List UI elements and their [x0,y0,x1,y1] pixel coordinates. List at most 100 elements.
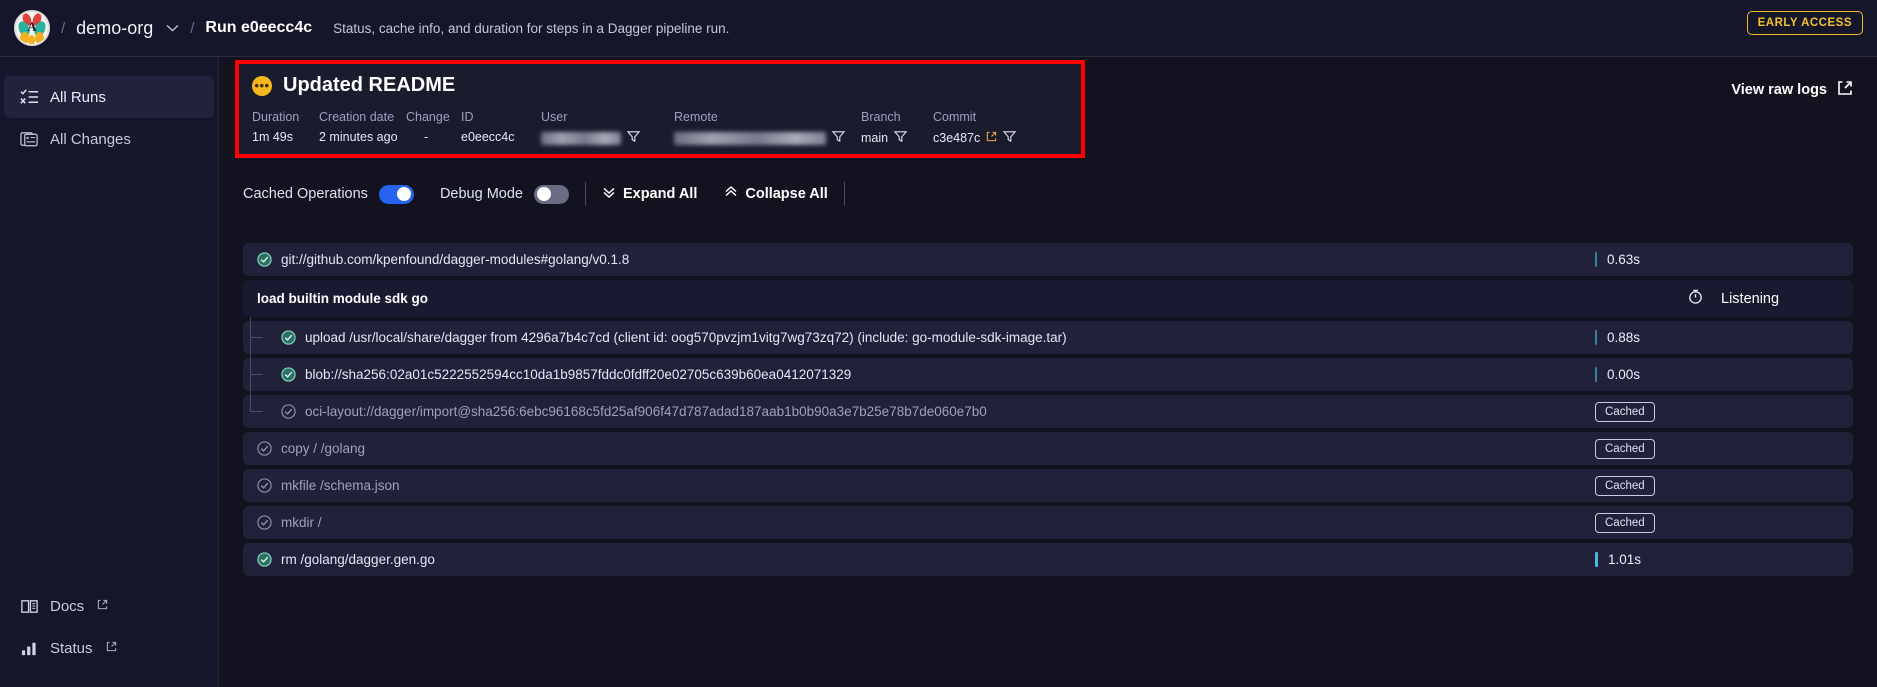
sidebar-item-label: Docs [50,597,85,615]
sidebar: All Runs All Changes Docs Status [0,57,219,687]
meta-remote: Remote [674,110,861,146]
table-row[interactable]: mkfile /schema.json Cached [243,469,1853,502]
row-right-cell: Cached [1581,432,1853,465]
row-right-cell: Listening [1581,280,1853,317]
cached-operations-toggle[interactable] [378,184,414,204]
redacted-remote-value [674,131,826,145]
page-description: Status, cache info, and duration for ste… [333,20,730,36]
table-row[interactable]: upload /usr/local/share/dagger from 4296… [243,317,1853,354]
pending-dots-icon: ••• [252,75,272,96]
meta-creation-date: Creation date 2 minutes ago [319,110,406,146]
commit-value[interactable]: c3e487c [933,131,980,145]
cached-badge: Cached [1595,512,1655,533]
controls-toolbar: Cached Operations Debug Mode Expand All … [243,174,861,214]
meta-commit: Commit c3e487c [933,110,1033,146]
bar-chart-icon [20,639,39,658]
meta-id: ID e0eecc4c [461,110,541,146]
stopwatch-icon [1687,288,1704,310]
chevron-double-up-icon [724,185,738,203]
row-right-cell: 0.88s [1581,321,1853,354]
row-right-cell: 0.00s [1581,358,1853,391]
meta-value: e0eecc4c [461,130,515,144]
table-row[interactable]: oci-layout://dagger/import@sha256:6ebc96… [243,391,1853,428]
toolbar-divider [584,182,586,206]
operation-label: mkdir / [281,515,322,530]
cached-badge: Cached [1595,401,1655,422]
expand-all-button[interactable]: Expand All [602,185,697,203]
table-row[interactable]: copy / /golang Cached [243,432,1853,465]
status-success-icon [257,552,272,567]
chevron-down-icon[interactable] [166,24,179,32]
table-row[interactable]: mkdir / Cached [243,506,1853,539]
table-row[interactable]: git://github.com/kpenfound/dagger-module… [243,243,1853,276]
external-link-icon [106,641,117,655]
filter-icon[interactable] [893,130,908,146]
row-right-cell: Cached [1581,506,1853,539]
sidebar-item-all-changes[interactable]: All Changes [4,118,214,160]
status-success-icon [257,252,272,267]
meta-label: ID [461,110,474,124]
status-cached-icon [281,404,296,419]
debug-mode-toggle[interactable] [533,184,569,204]
table-row[interactable]: load builtin module sdk go Listening [243,280,1853,317]
changes-icon [20,130,39,149]
view-raw-logs-link[interactable]: View raw logs [1731,80,1853,100]
external-link-icon[interactable] [986,131,997,145]
meta-value: main [861,130,933,146]
meta-label: User [541,110,568,124]
row-right-cell: 0.63s [1581,243,1853,276]
meta-branch: Branch main [861,110,933,146]
filter-icon[interactable] [831,130,846,146]
operation-label: oci-layout://dagger/import@sha256:6ebc96… [305,404,987,419]
filter-icon[interactable] [1002,130,1017,146]
row-right-cell: Cached [1581,395,1853,428]
redacted-user-value [541,131,621,145]
run-info-panel: ••• Updated README Duration 1m 49s Creat… [239,64,1081,154]
operation-label: copy / /golang [281,441,366,456]
main-content: ••• Updated README Duration 1m 49s Creat… [219,57,1877,687]
sidebar-item-label: Status [50,639,93,657]
external-link-icon [1837,80,1853,100]
duration-value: 0.00s [1607,367,1641,382]
table-row[interactable]: rm /golang/dagger.gen.go 1.01s [243,543,1853,576]
meta-value: 2 minutes ago [319,130,398,144]
branch-value: main [861,131,889,145]
collapse-all-button[interactable]: Collapse All [724,185,828,203]
debug-mode-label: Debug Mode [439,186,523,202]
status-cached-icon [257,441,272,456]
list-checks-icon [20,88,39,107]
meta-label: Remote [674,110,718,124]
sidebar-item-label: All Runs [50,88,106,106]
listening-label: Listening [1721,290,1780,307]
operation-label: git://github.com/kpenfound/dagger-module… [281,252,630,267]
sidebar-item-status[interactable]: Status [4,627,214,669]
meta-value [674,130,861,146]
run-meta-row: Duration 1m 49s Creation date 2 minutes … [252,110,1081,146]
meta-duration: Duration 1m 49s [252,110,319,146]
sidebar-item-all-runs[interactable]: All Runs [4,76,214,118]
meta-value [541,130,674,146]
sidebar-item-docs[interactable]: Docs [4,585,214,627]
operation-label: load builtin module sdk go [257,291,428,306]
meta-value: 1m 49s [252,130,293,144]
row-right-cell: 1.01s [1581,543,1853,576]
table-row[interactable]: blob://sha256:02a01c5222552594cc10da1b98… [243,354,1853,391]
chevron-double-down-icon [602,185,616,203]
filter-icon[interactable] [626,130,641,146]
cached-badge: Cached [1595,438,1655,459]
collapse-all-label: Collapse All [745,186,828,202]
operation-label: rm /golang/dagger.gen.go [281,552,435,567]
app-logo: A [14,10,50,46]
page-title: Run e0eecc4c [205,19,313,36]
logo-letter: A [27,19,37,34]
sidebar-item-label: All Changes [50,130,131,148]
status-success-icon [281,367,296,382]
operations-list: git://github.com/kpenfound/dagger-module… [243,243,1853,580]
breadcrumb-org[interactable]: demo-org [76,18,153,39]
meta-label: Creation date [319,110,395,124]
expand-all-label: Expand All [622,186,698,202]
meta-change: Change - [406,110,461,146]
toolbar-divider-2 [843,182,845,206]
operation-label: mkfile /schema.json [281,478,400,493]
meta-label: Commit [933,110,977,124]
